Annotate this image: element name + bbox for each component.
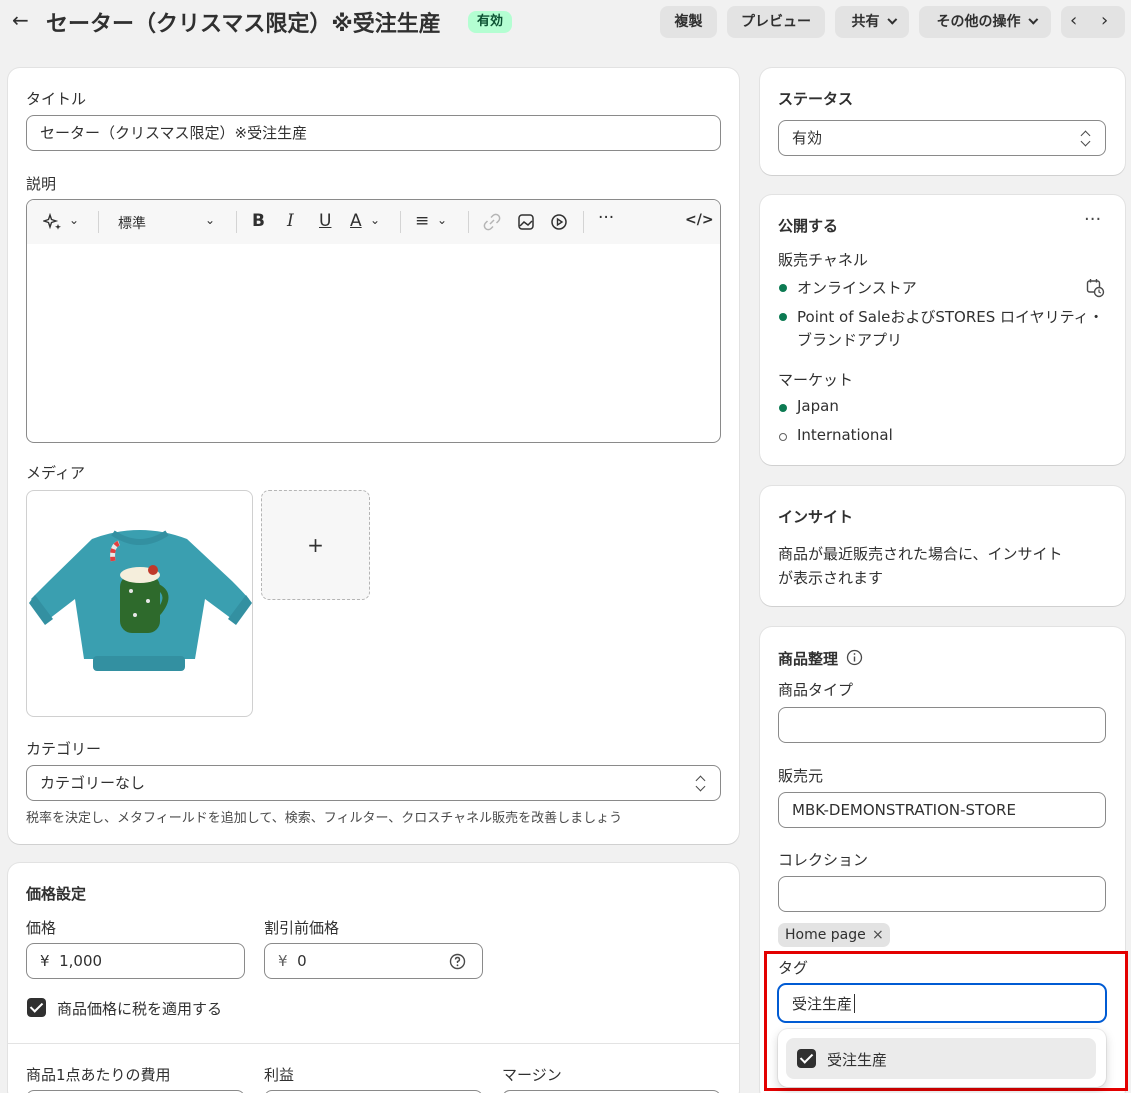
insights-heading: インサイト (778, 508, 854, 526)
cost-label: 商品1点あたりの費用 (26, 1066, 171, 1084)
page-title: セーター（クリスマス限定）※受注生産 (46, 12, 441, 37)
pricing-heading: 価格設定 (26, 885, 87, 903)
more-actions-button[interactable]: その他の操作 (919, 6, 1051, 38)
channel-pos: Point of SaleおよびSTORES ロイヤリティ・ (797, 308, 1104, 326)
chevron-down-icon[interactable]: ⌄ (370, 213, 380, 227)
vendor-label: 販売元 (778, 767, 824, 785)
preview-button[interactable]: プレビュー (727, 6, 825, 38)
channel-online-store: オンラインストア (797, 279, 917, 297)
channel-active-dot (779, 313, 787, 321)
select-arrows-icon (696, 775, 706, 791)
channel-active-dot (779, 284, 787, 292)
magic-icon[interactable] (43, 213, 63, 231)
vendor-input[interactable]: MBK-DEMONSTRATION-STORE (778, 792, 1106, 828)
chevron-down-icon[interactable]: ⌄ (69, 213, 79, 227)
tag-suggestion-option[interactable]: 受注生産 (786, 1038, 1096, 1079)
sweater-image (29, 530, 252, 671)
chevron-down-icon[interactable]: ⌄ (437, 213, 447, 227)
page-header: ← セーター（クリスマス限定）※受注生産 有効 複製 プレビュー 共有 その他の… (0, 0, 1131, 46)
chevron-right-icon[interactable]: › (1101, 10, 1108, 31)
apply-tax-checkbox[interactable] (27, 998, 46, 1017)
status-heading: ステータス (778, 90, 854, 108)
category-label: カテゴリー (26, 740, 102, 758)
tags-label: タグ (778, 959, 809, 977)
tags-input[interactable]: 受注生産 (777, 983, 1107, 1023)
product-type-label: 商品タイプ (778, 681, 854, 699)
description-label: 説明 (26, 175, 57, 193)
chevron-down-icon (1027, 14, 1038, 25)
status-select[interactable]: 有効 (778, 120, 1106, 156)
title-label: タイトル (26, 90, 87, 108)
organization-heading: 商品整理 (778, 650, 839, 668)
help-circle-icon[interactable] (449, 953, 466, 970)
price-label: 価格 (26, 919, 57, 937)
product-type-input[interactable] (778, 707, 1106, 743)
divider (8, 1043, 739, 1044)
more-icon[interactable]: ··· (1084, 209, 1101, 230)
code-icon[interactable]: </> (685, 212, 714, 228)
text-color-icon[interactable]: A (350, 211, 362, 231)
format-select[interactable]: 標準 (118, 213, 146, 233)
calendar-clock-icon[interactable] (1086, 278, 1105, 298)
market-international: International (797, 426, 893, 444)
collections-label: コレクション (778, 851, 869, 869)
market-active-dot (779, 404, 787, 412)
media-item[interactable] (26, 490, 253, 717)
tag-suggestion-checkbox[interactable] (797, 1049, 816, 1068)
italic-icon[interactable]: I (287, 211, 294, 231)
margin-label: マージン (502, 1066, 562, 1084)
video-icon[interactable] (550, 213, 568, 231)
link-icon[interactable] (483, 213, 501, 231)
image-icon[interactable] (517, 213, 535, 231)
channel-pos-line2: ブランドアプリ (797, 331, 903, 349)
market-inactive-dot (779, 433, 787, 441)
profit-label: 利益 (264, 1066, 295, 1084)
collection-chip: Home page × (778, 923, 890, 947)
close-icon[interactable]: × (872, 923, 884, 947)
insights-text-2: が表示されます (778, 569, 884, 587)
status-badge: 有効 (468, 11, 513, 33)
bold-icon[interactable]: B (252, 211, 265, 231)
publishing-heading: 公開する (778, 217, 839, 235)
category-hint: 税率を決定し、メタフィールドを追加して、検索、フィルター、クロスチャネル販売を改… (26, 811, 623, 826)
pager: ‹ › (1061, 6, 1125, 38)
back-arrow-icon[interactable]: ← (12, 8, 29, 32)
tag-suggestion-popover: 受注生産 (778, 1029, 1106, 1087)
chevron-left-icon[interactable]: ‹ (1070, 10, 1077, 31)
editor-toolbar: ⌄ 標準 ⌄ B I U A ⌄ ≡ ⌄ ··· </> (27, 200, 720, 244)
collections-input[interactable] (778, 876, 1106, 912)
market-japan: Japan (797, 397, 839, 415)
sales-channels-label: 販売チャネル (778, 251, 868, 269)
category-select[interactable]: カテゴリーなし (26, 765, 721, 801)
chevron-down-icon[interactable]: ⌄ (205, 213, 215, 227)
share-button[interactable]: 共有 (835, 6, 909, 38)
more-icon[interactable]: ··· (598, 208, 614, 228)
info-icon[interactable] (846, 649, 863, 666)
media-label: メディア (26, 464, 85, 482)
title-input[interactable]: セーター（クリスマス限定）※受注生産 (26, 115, 721, 151)
add-media-button[interactable]: + (261, 490, 370, 600)
apply-tax-label: 商品価格に税を適用する (57, 1000, 223, 1018)
product-main-card (8, 68, 739, 844)
compare-price-input[interactable]: ¥ 0 (264, 943, 483, 979)
price-input[interactable]: ¥ 1,000 (26, 943, 245, 979)
chevron-down-icon (886, 14, 897, 25)
insights-text: 商品が最近販売された場合に、インサイト (778, 545, 1063, 563)
underline-icon[interactable]: U (319, 211, 331, 231)
duplicate-button[interactable]: 複製 (660, 6, 717, 38)
select-arrows-icon (1081, 130, 1091, 146)
compare-price-label: 割引前価格 (264, 919, 340, 937)
text-cursor (854, 994, 855, 1013)
description-editor[interactable]: ⌄ 標準 ⌄ B I U A ⌄ ≡ ⌄ ··· </> (26, 199, 721, 443)
markets-label: マーケット (778, 371, 854, 389)
align-icon[interactable]: ≡ (415, 211, 429, 231)
